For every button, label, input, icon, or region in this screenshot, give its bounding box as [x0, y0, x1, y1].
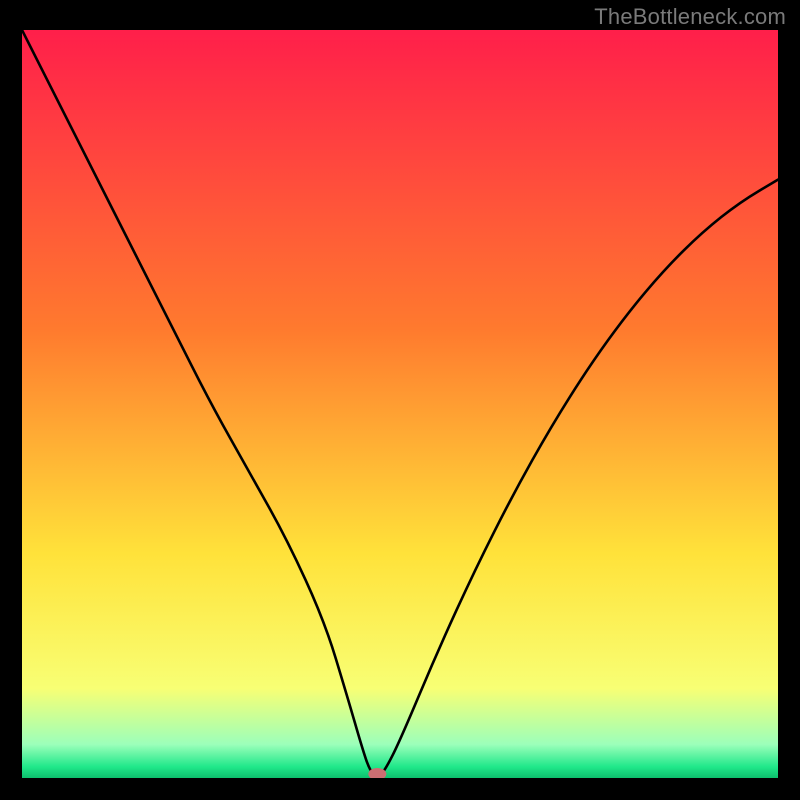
watermark-text: TheBottleneck.com	[594, 4, 786, 30]
chart-frame: TheBottleneck.com	[0, 0, 800, 800]
plot-area	[22, 30, 778, 778]
bottleneck-chart	[22, 30, 778, 778]
gradient-background	[22, 30, 778, 778]
